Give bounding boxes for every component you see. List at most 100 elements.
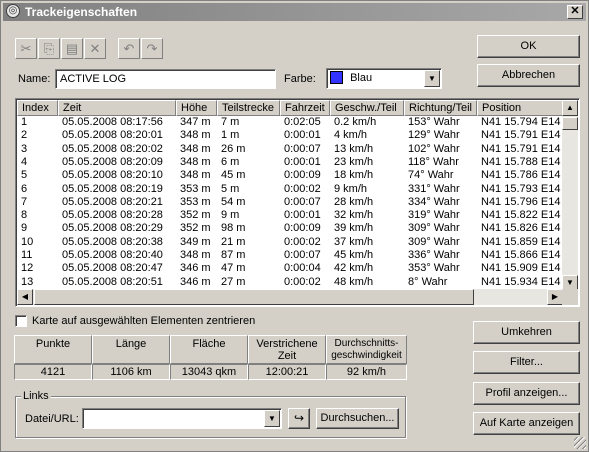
stat-value: 13043 qkm <box>170 364 248 380</box>
scroll-up-icon[interactable]: ▲ <box>562 100 578 116</box>
show-profile-button[interactable]: Profil anzeigen... <box>473 382 580 405</box>
table-cell: 32 km/h <box>334 209 374 222</box>
cut-icon[interactable]: ✂ <box>15 38 37 59</box>
table-cell: 26 m <box>221 142 246 155</box>
reverse-button[interactable]: Umkehren <box>473 321 580 344</box>
table-cell: 0:00:09 <box>284 169 321 182</box>
scroll-thumb[interactable] <box>562 117 578 130</box>
table-cell: 331° Wahr <box>408 182 460 195</box>
table-cell: N41 15.796 E14 5 <box>481 195 570 208</box>
scroll-left-icon[interactable]: ◀ <box>17 289 33 305</box>
copy-icon[interactable]: ⎘ <box>38 38 60 59</box>
table-row[interactable]: 12 05.05.2008 08:20:47 346 m 47 m 0:00:04 42 … <box>17 262 570 275</box>
table-cell: 05.05.2008 08:20:21 <box>62 195 163 208</box>
table-cell: 05.05.2008 08:20:51 <box>62 275 163 288</box>
table-cell: 05.05.2008 08:20:01 <box>62 129 163 142</box>
table-cell: 348 m <box>180 249 211 261</box>
vertical-scrollbar[interactable]: ▲ ▼ <box>562 100 578 291</box>
table-row[interactable]: 8 05.05.2008 08:20:28 352 m 9 m 0:00:01 32 km… <box>17 209 570 222</box>
chevron-down-icon[interactable]: ▼ <box>424 70 440 87</box>
table-cell: 346 m <box>180 262 211 275</box>
column-header[interactable]: Teilstrecke <box>217 100 280 116</box>
table-cell: 21 m <box>221 235 246 248</box>
stat-value: 1106 km <box>92 364 170 380</box>
color-swatch <box>330 71 343 84</box>
table-cell: 05.05.2008 08:20:29 <box>62 222 163 235</box>
cancel-button[interactable]: Abbrechen <box>477 64 580 87</box>
table-cell: 352 m <box>180 209 211 222</box>
table-cell: 353 m <box>180 182 211 195</box>
table-cell: 8 <box>21 209 28 222</box>
resize-grip-icon[interactable] <box>574 437 586 449</box>
color-select[interactable]: Blau ▼ <box>326 68 442 89</box>
filter-button[interactable]: Filter... <box>473 351 580 374</box>
paste-icon[interactable]: ▤ <box>61 38 83 59</box>
table-cell: 1 <box>21 116 28 128</box>
table-cell: 13 km/h <box>334 142 374 155</box>
table-cell: 05.05.2008 08:20:38 <box>62 235 163 248</box>
table-cell: 0:00:02 <box>284 275 321 288</box>
column-header[interactable]: Fahrzeit <box>280 100 330 116</box>
redo-icon[interactable]: ↷ <box>141 38 163 59</box>
table-cell: 74° Wahr <box>408 169 454 182</box>
table-row[interactable]: 6 05.05.2008 08:20:19 353 m 5 m 0:00:02 9 km/… <box>17 182 570 196</box>
stat-header: Länge <box>92 335 170 364</box>
table-row[interactable]: 10 05.05.2008 08:20:38 349 m 21 m 0:00:02 37 … <box>17 235 570 249</box>
table-cell: 336° Wahr <box>408 249 460 261</box>
column-header[interactable]: Richtung/Teil <box>404 100 477 116</box>
show-on-map-button[interactable]: Auf Karte anzeigen <box>473 412 580 435</box>
table-cell: 45 m <box>221 169 246 182</box>
table-cell: 05.05.2008 08:20:02 <box>62 142 163 155</box>
table-cell: N41 15.909 E14 5 <box>481 262 570 275</box>
delete-icon[interactable]: ✕ <box>84 38 106 59</box>
browse-button[interactable]: Durchsuchen... <box>316 408 399 429</box>
table-row[interactable]: 7 05.05.2008 08:20:21 353 m 54 m 0:00:07 28 k… <box>17 195 570 209</box>
scroll-right-icon[interactable]: ▶ <box>547 289 563 305</box>
table-row[interactable]: 11 05.05.2008 08:20:40 348 m 87 m 0:00:07 45 … <box>17 249 570 262</box>
column-header[interactable]: Index <box>17 100 58 116</box>
table-row[interactable]: 13 05.05.2008 08:20:51 346 m 27 m 0:00:02 48 … <box>17 275 570 289</box>
chevron-down-icon[interactable]: ▼ <box>264 410 280 427</box>
table-cell: 0:00:07 <box>284 142 321 155</box>
open-link-icon[interactable]: ↪ <box>288 408 310 429</box>
trackpoint-table[interactable]: Index Zeit Höhe Teilstrecke Fahrzeit Ges… <box>15 98 580 307</box>
table-header: Index Zeit Höhe Teilstrecke Fahrzeit Ges… <box>17 100 569 116</box>
column-header[interactable]: Zeit <box>58 100 176 116</box>
table-cell: 4 km/h <box>334 129 368 142</box>
hscroll-thumb[interactable] <box>34 289 474 305</box>
table-row[interactable]: 5 05.05.2008 08:20:10 348 m 45 m 0:00:09 18 k… <box>17 169 570 182</box>
close-button[interactable]: ✕ <box>567 5 583 19</box>
table-cell: 98 m <box>221 222 246 235</box>
horizontal-scrollbar[interactable]: ◀ ▶ <box>17 289 563 305</box>
table-row[interactable]: 2 05.05.2008 08:20:01 348 m 1 m 0:00:01 4 km/… <box>17 129 570 142</box>
table-cell: 153° Wahr <box>408 116 460 128</box>
table-cell: 309° Wahr <box>408 235 460 248</box>
stat-value: 92 km/h <box>326 364 407 380</box>
table-cell: 0:00:01 <box>284 209 321 222</box>
column-header[interactable]: Höhe <box>176 100 217 116</box>
ok-button[interactable]: OK <box>477 35 580 58</box>
table-cell: 319° Wahr <box>408 209 460 222</box>
table-cell: 28 km/h <box>334 195 374 208</box>
table-row[interactable]: 4 05.05.2008 08:20:09 348 m 6 m 0:00:01 23 km… <box>17 156 570 169</box>
track-statistics: Punkte Länge Fläche Verstrichene Zeit Du… <box>14 335 407 380</box>
name-label: Name: <box>18 73 51 85</box>
table-cell: 0:00:04 <box>284 262 321 275</box>
table-row[interactable]: 1 05.05.2008 08:17:56 347 m 7 m 0:02:05 0.2 k… <box>17 116 570 129</box>
table-cell: N41 15.866 E14 5 <box>481 249 570 261</box>
table-cell: 12 <box>21 262 34 275</box>
table-cell: 2 <box>21 129 28 142</box>
table-cell: 42 km/h <box>334 262 374 275</box>
undo-icon[interactable]: ↶ <box>118 38 140 59</box>
file-url-input[interactable]: ▼ <box>82 408 282 429</box>
links-group-label: Links <box>21 390 51 402</box>
table-row[interactable]: 3 05.05.2008 08:20:02 348 m 26 m 0:00:07 13 k… <box>17 142 570 156</box>
column-header[interactable]: Position <box>477 100 569 116</box>
table-cell: 27 m <box>221 275 246 288</box>
column-header[interactable]: Geschw./Teil <box>330 100 404 116</box>
table-cell: 1 m <box>221 129 240 142</box>
center-map-checkbox[interactable] <box>15 315 27 327</box>
name-input[interactable]: ACTIVE LOG <box>55 69 276 89</box>
table-cell: 54 m <box>221 195 246 208</box>
table-row[interactable]: 9 05.05.2008 08:20:29 352 m 98 m 0:00:09 39 k… <box>17 222 570 235</box>
